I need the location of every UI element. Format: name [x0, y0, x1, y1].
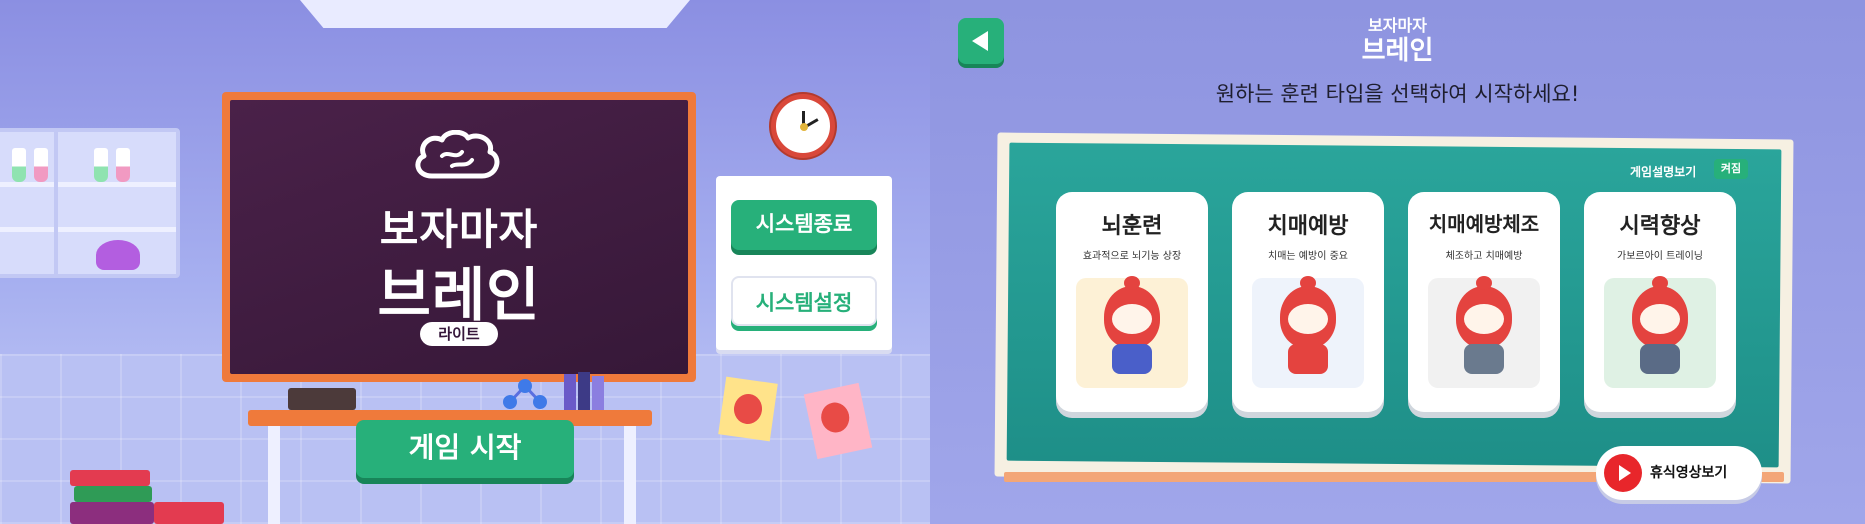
mode-card-dementia-prevention[interactable]: 치매예방 치매는 예방이 중요	[1232, 192, 1384, 412]
game-guide-toggle[interactable]: 켜짐	[1714, 159, 1748, 179]
card-title: 시력향상	[1619, 214, 1701, 239]
card-description: 치매는 예방이 중요	[1268, 251, 1348, 262]
mascot-illustration	[1076, 276, 1188, 388]
system-exit-button[interactable]: 시스템종료	[731, 200, 877, 250]
mode-select-screen: 보자마자 브레인 원하는 훈련 타입을 선택하여 시작하세요! 게임설명보기 켜…	[930, 0, 1865, 524]
mode-card-dementia-exercise[interactable]: 치매예방체조 체조하고 치매예방	[1408, 192, 1560, 412]
brain-icon	[415, 130, 500, 179]
mode-card-vision-improvement[interactable]: 시력향상 가보르아이 트레이닝	[1584, 192, 1736, 412]
card-title: 치매예방	[1267, 214, 1349, 239]
card-description: 가보르아이 트레이닝	[1617, 251, 1703, 262]
mascot-illustration	[1604, 276, 1716, 388]
rest-video-label: 휴식영상보기	[1650, 465, 1728, 481]
card-description: 효과적으로 뇌기능 상장	[1082, 251, 1182, 262]
card-description: 체조하고 치매예방	[1445, 251, 1523, 262]
mode-card-brain-training[interactable]: 뇌훈련 효과적으로 뇌기능 상장	[1056, 192, 1208, 412]
game-guide-label: 게임설명보기	[1630, 165, 1697, 179]
flask-icon	[34, 148, 48, 182]
wall-cabinet	[0, 128, 180, 278]
game-logo-line2: 브레인	[1361, 36, 1434, 66]
system-settings-button[interactable]: 시스템설정	[731, 276, 877, 326]
play-icon	[1604, 454, 1642, 492]
test-tube-rack	[288, 388, 356, 410]
flask-icon	[12, 148, 26, 182]
floor-books-icon	[70, 470, 224, 524]
books-icon	[564, 372, 604, 412]
card-title: 치매예방체조	[1428, 212, 1540, 236]
mascot-illustration	[1252, 276, 1364, 388]
flask-icon	[116, 148, 130, 182]
instruction-text: 원하는 훈련 타입을 선택하여 시작하세요!	[1215, 82, 1580, 106]
edition-badge: 라이트	[420, 322, 498, 346]
wall-clock-icon	[771, 94, 835, 158]
game-logo-line2: 브레인	[377, 261, 541, 329]
rest-video-button[interactable]: 휴식영상보기	[1596, 446, 1762, 500]
flask-icon	[94, 148, 108, 182]
potion-flask-icon	[96, 240, 140, 270]
mascot-sticker	[718, 376, 778, 442]
chalkboard: 보자마자 브레인 라이트	[222, 92, 696, 382]
game-start-button[interactable]: 게임 시작	[356, 420, 574, 478]
ceiling-light	[300, 0, 690, 28]
card-title: 뇌훈련	[1101, 214, 1163, 239]
mascot-illustration	[1428, 276, 1540, 388]
title-screen: 보자마자 브레인 라이트 시스템종료 시스템설정 게임 시작	[0, 0, 930, 524]
molecule-model-icon	[503, 379, 547, 409]
